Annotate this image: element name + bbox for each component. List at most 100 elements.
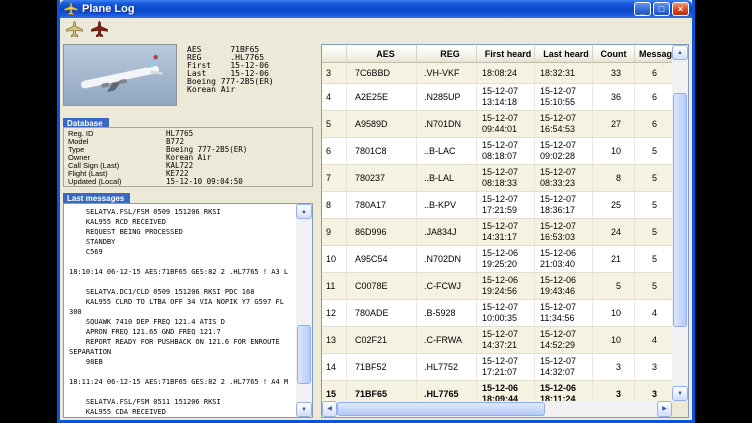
cell-count: 27 [593,111,635,137]
cell-first-heard: 15-12-07 14:37:21 [477,327,535,353]
table-vscroll-thumb[interactable] [673,93,687,328]
table-row[interactable]: 8780A17..B-KPV15-12-07 17:21:5915-12-07 … [322,192,672,219]
scroll-up-arrow-icon[interactable]: ▲ [296,204,312,219]
cell-last-heard: 15-12-07 08:33:23 [535,165,593,191]
plane-log-window: Plane Log _ □ × [57,0,695,423]
column-header-count[interactable]: Count [593,45,635,62]
aircraft-header: AES 71BF65 REG .HL7765 First 15-12-06 La… [63,44,313,106]
cell-aes: C02F21 [347,327,417,353]
cell-first-heard: 15-12-06 19:25:20 [477,246,535,272]
maximize-button[interactable]: □ [653,2,670,16]
cell-aes: 780237 [347,165,417,191]
database-field-value: 15-12-10 09:04:50 [166,178,243,186]
cell-row-number: 12 [322,300,347,326]
scroll-left-arrow-icon[interactable]: ◀ [322,401,337,417]
database-field-row: Reg. IDHL7765 [68,130,308,138]
column-header-reg[interactable]: REG [417,45,477,62]
korean-air-777-photo [64,45,176,105]
aircraft-photo [63,44,177,106]
cell-row-number: 3 [322,63,347,83]
cell-first-heard: 15-12-06 19:24:56 [477,273,535,299]
column-header-message-cou[interactable]: Message cou [635,45,672,62]
table-row[interactable]: 11C0078E.C-FCWJ15-12-06 19:24:5615-12-06… [322,273,672,300]
scroll-up-arrow-icon[interactable]: ▲ [672,45,688,60]
cell-reg: .JA834J [417,219,477,245]
table-vscroll-track[interactable] [672,60,688,386]
cell-count: 21 [593,246,635,272]
aircraft-summary: AES 71BF65 REG .HL7765 First 15-12-06 La… [187,46,274,106]
scroll-right-arrow-icon[interactable]: ▶ [657,401,672,417]
table-horizontal-scrollbar[interactable]: ◀ ▶ [322,401,672,417]
column-header-rownum[interactable] [322,45,347,62]
table-row[interactable]: 37C6BBD.VH-VKF18:08:2418:32:31336 [322,63,672,84]
cell-reg: .N702DN [417,246,477,272]
cell-message-count: 5 [635,273,672,299]
cell-message-count: 5 [635,138,672,164]
table-row[interactable]: 4A2E25E.N285UP15-12-07 13:14:1815-12-07 … [322,84,672,111]
messages-scroll-track[interactable] [296,219,312,402]
cell-first-heard: 15-12-06 18:09:44 [477,381,535,401]
cell-last-heard: 15-12-06 19:43:46 [535,273,593,299]
cell-message-count: 4 [635,300,672,326]
cell-last-heard: 15-12-07 16:54:53 [535,111,593,137]
cell-message-count: 3 [635,354,672,380]
table-hscroll-track[interactable] [337,401,657,417]
cell-count: 25 [593,192,635,218]
desktop-background: Plane Log _ □ × [0,0,752,423]
table-row[interactable]: 1571BF65.HL776515-12-06 18:09:4415-12-06… [322,381,672,401]
cell-first-heard: 15-12-07 10:00:35 [477,300,535,326]
cell-last-heard: 15-12-07 14:52:29 [535,327,593,353]
cell-message-count: 6 [635,111,672,137]
table-row[interactable]: 10A95C54.N702DN15-12-06 19:25:2015-12-06… [322,246,672,273]
database-panel: Reg. IDHL7765ModelB772TypeBoeing 777-2B5… [63,127,313,187]
table-row[interactable]: 12780ADE.B-592815-12-07 10:00:3515-12-07… [322,300,672,327]
column-header-last-heard[interactable]: Last heard [535,45,593,62]
cell-first-heard: 18:08:24 [477,63,535,83]
right-panel: AESREGFirst heardLast heardCountMessage … [321,42,689,418]
cell-message-count: 3 [635,381,672,401]
toolbar-red-plane-button[interactable] [89,19,109,39]
cell-last-heard: 15-12-07 11:34:56 [535,300,593,326]
table-row[interactable]: 986D996.JA834J15-12-07 14:31:1715-12-07 … [322,219,672,246]
cell-first-heard: 15-12-07 08:18:33 [477,165,535,191]
cell-last-heard: 15-12-06 18:11:24 [535,381,593,401]
table-vertical-scrollbar[interactable]: ▲ ▼ [672,45,688,401]
messages-scroll-thumb[interactable] [297,325,311,384]
toolbar-plane-log-button[interactable] [64,19,84,39]
scrollbar-corner [672,401,688,417]
table-hscroll-thumb[interactable] [337,402,545,416]
cell-message-count: 5 [635,165,672,191]
main-content: AES 71BF65 REG .HL7765 First 15-12-06 La… [60,40,692,420]
cell-message-count: 6 [635,63,672,83]
cell-row-number: 14 [322,354,347,380]
cell-message-count: 5 [635,246,672,272]
table-row[interactable]: 5A9589D.N701DN15-12-07 09:44:0115-12-07 … [322,111,672,138]
red-plane-icon [91,21,108,38]
cell-reg: .B-5928 [417,300,477,326]
cell-reg: .N285UP [417,84,477,110]
column-header-first-heard[interactable]: First heard [477,45,535,62]
table-row[interactable]: 7780237..B-LAL15-12-07 08:18:3315-12-07 … [322,165,672,192]
cell-last-heard: 15-12-07 16:53:03 [535,219,593,245]
toolbar [60,18,692,40]
table-row[interactable]: 13C02F21.C-FRWA15-12-07 14:37:2115-12-07… [322,327,672,354]
database-section-header: Database [63,113,313,126]
cell-aes: A95C54 [347,246,417,272]
minimize-button[interactable]: _ [634,2,651,16]
close-button[interactable]: × [672,2,689,16]
scroll-down-arrow-icon[interactable]: ▼ [296,402,312,417]
messages-scrollbar[interactable]: ▲ ▼ [296,204,312,417]
cell-count: 5 [593,273,635,299]
cell-reg: ..B-KPV [417,192,477,218]
cell-row-number: 11 [322,273,347,299]
cell-aes: 71BF52 [347,354,417,380]
table-row[interactable]: 67801C8..B-LAC15-12-07 08:18:0715-12-07 … [322,138,672,165]
messages-panel[interactable]: SELATVA.FSL/FSM 0509 151206 RKSI KAL955 … [63,203,313,418]
cell-aes: 86D996 [347,219,417,245]
column-header-aes[interactable]: AES [347,45,417,62]
table-grid: AESREGFirst heardLast heardCountMessage … [322,45,672,401]
table-row[interactable]: 1471BF52.HL775215-12-07 17:21:0715-12-07… [322,354,672,381]
scroll-down-arrow-icon[interactable]: ▼ [672,386,688,401]
aircraft-table: AESREGFirst heardLast heardCountMessage … [321,44,689,418]
title-bar[interactable]: Plane Log _ □ × [60,0,692,18]
